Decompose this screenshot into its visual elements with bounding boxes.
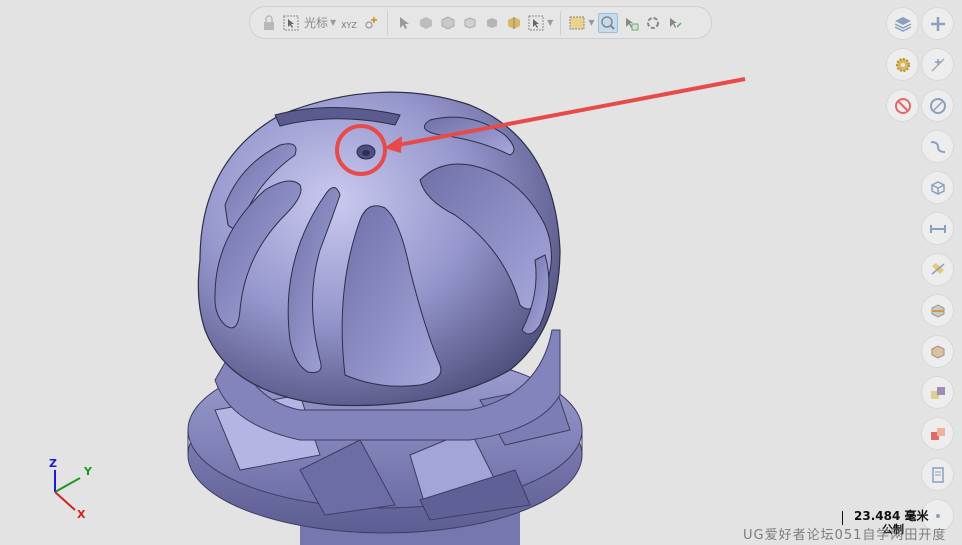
add-icon[interactable] <box>921 7 954 40</box>
measure-distance-icon[interactable] <box>921 212 954 245</box>
view-cube-icon[interactable] <box>921 171 954 204</box>
solid-icon[interactable] <box>483 14 501 32</box>
document-icon[interactable] <box>921 458 954 491</box>
selection-filter-icon[interactable] <box>527 14 545 32</box>
toolbar-separator <box>560 10 562 35</box>
chevron-down-icon[interactable]: ▼ <box>547 18 553 27</box>
shaded-view-icon[interactable] <box>921 335 954 368</box>
circle-icon[interactable] <box>921 89 954 122</box>
rotate-icon[interactable] <box>644 14 662 32</box>
graphics-window[interactable]: Z Y X 光标 ▼ XYZ ▼ ▼ 23.484 毫米 公制 UG爱好者论坛0… <box>0 0 962 545</box>
snap-point-icon[interactable] <box>921 48 954 81</box>
measure-angle-icon[interactable] <box>921 253 954 286</box>
zoom-select-icon[interactable] <box>598 12 619 33</box>
arrow-icon[interactable] <box>395 14 413 32</box>
no-select-icon[interactable] <box>886 89 919 122</box>
triad-x-label: X <box>77 508 86 521</box>
box-select-icon[interactable] <box>568 14 586 32</box>
cursor-label[interactable]: 光标 <box>304 14 328 31</box>
coordinate-triad: Z Y X <box>49 457 93 521</box>
body-icon[interactable] <box>439 14 457 32</box>
svg-text:XYZ: XYZ <box>341 21 357 30</box>
chevron-down-icon[interactable]: ▼ <box>330 18 336 27</box>
xyz-icon[interactable]: XYZ <box>340 14 358 32</box>
curve-icon[interactable] <box>921 130 954 163</box>
select-face-icon[interactable] <box>622 14 640 32</box>
triad-y-label: Y <box>83 465 93 478</box>
dome <box>197 91 561 407</box>
scale-bar-line <box>842 511 843 525</box>
point-snap-icon[interactable] <box>362 14 380 32</box>
top-toolbar: 光标 ▼ XYZ ▼ ▼ <box>249 6 712 39</box>
face-icon[interactable] <box>417 14 435 32</box>
component-icon[interactable] <box>505 14 523 32</box>
model-canvas[interactable]: Z Y X <box>0 0 962 545</box>
color-swatch-red-icon[interactable] <box>921 417 954 450</box>
feature-icon[interactable] <box>461 14 479 32</box>
triad-z-label: Z <box>49 457 57 470</box>
section-view-icon[interactable] <box>921 294 954 327</box>
settings-gear-icon[interactable] <box>886 48 919 81</box>
color-swatch-icon[interactable] <box>921 376 954 409</box>
select-cursor-icon[interactable] <box>282 14 300 32</box>
layers-icon[interactable] <box>886 7 919 40</box>
lock-icon[interactable] <box>260 14 278 32</box>
watermark-text: UG爱好者论坛051自学网田开度 <box>743 528 947 543</box>
chevron-down-icon[interactable]: ▼ <box>588 18 594 27</box>
back-arrow-icon[interactable] <box>666 14 684 32</box>
toolbar-separator <box>387 10 389 35</box>
